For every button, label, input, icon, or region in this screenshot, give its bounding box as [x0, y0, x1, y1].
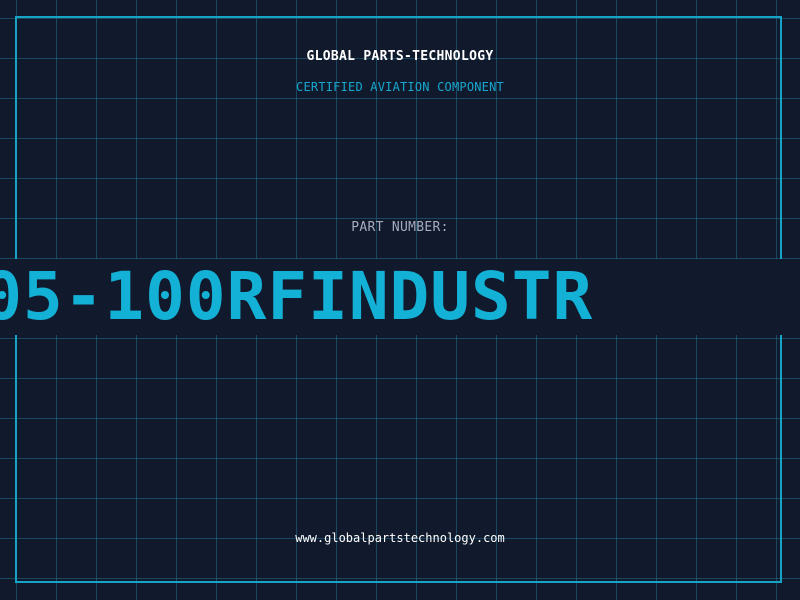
part-number-label: PART NUMBER: [351, 220, 449, 235]
part-number-value: -4005-100RFINDUSTR [0, 259, 594, 335]
brand-name: GLOBAL PARTS-TECHNOLOGY [306, 49, 494, 64]
tagline: CERTIFIED AVIATION COMPONENT [296, 80, 504, 94]
part-number-band: -4005-100RFINDUSTR [0, 259, 800, 335]
website-url: www.globalpartstechnology.com [295, 531, 505, 545]
label-card: GLOBAL PARTS-TECHNOLOGY CERTIFIED AVIATI… [0, 0, 800, 600]
